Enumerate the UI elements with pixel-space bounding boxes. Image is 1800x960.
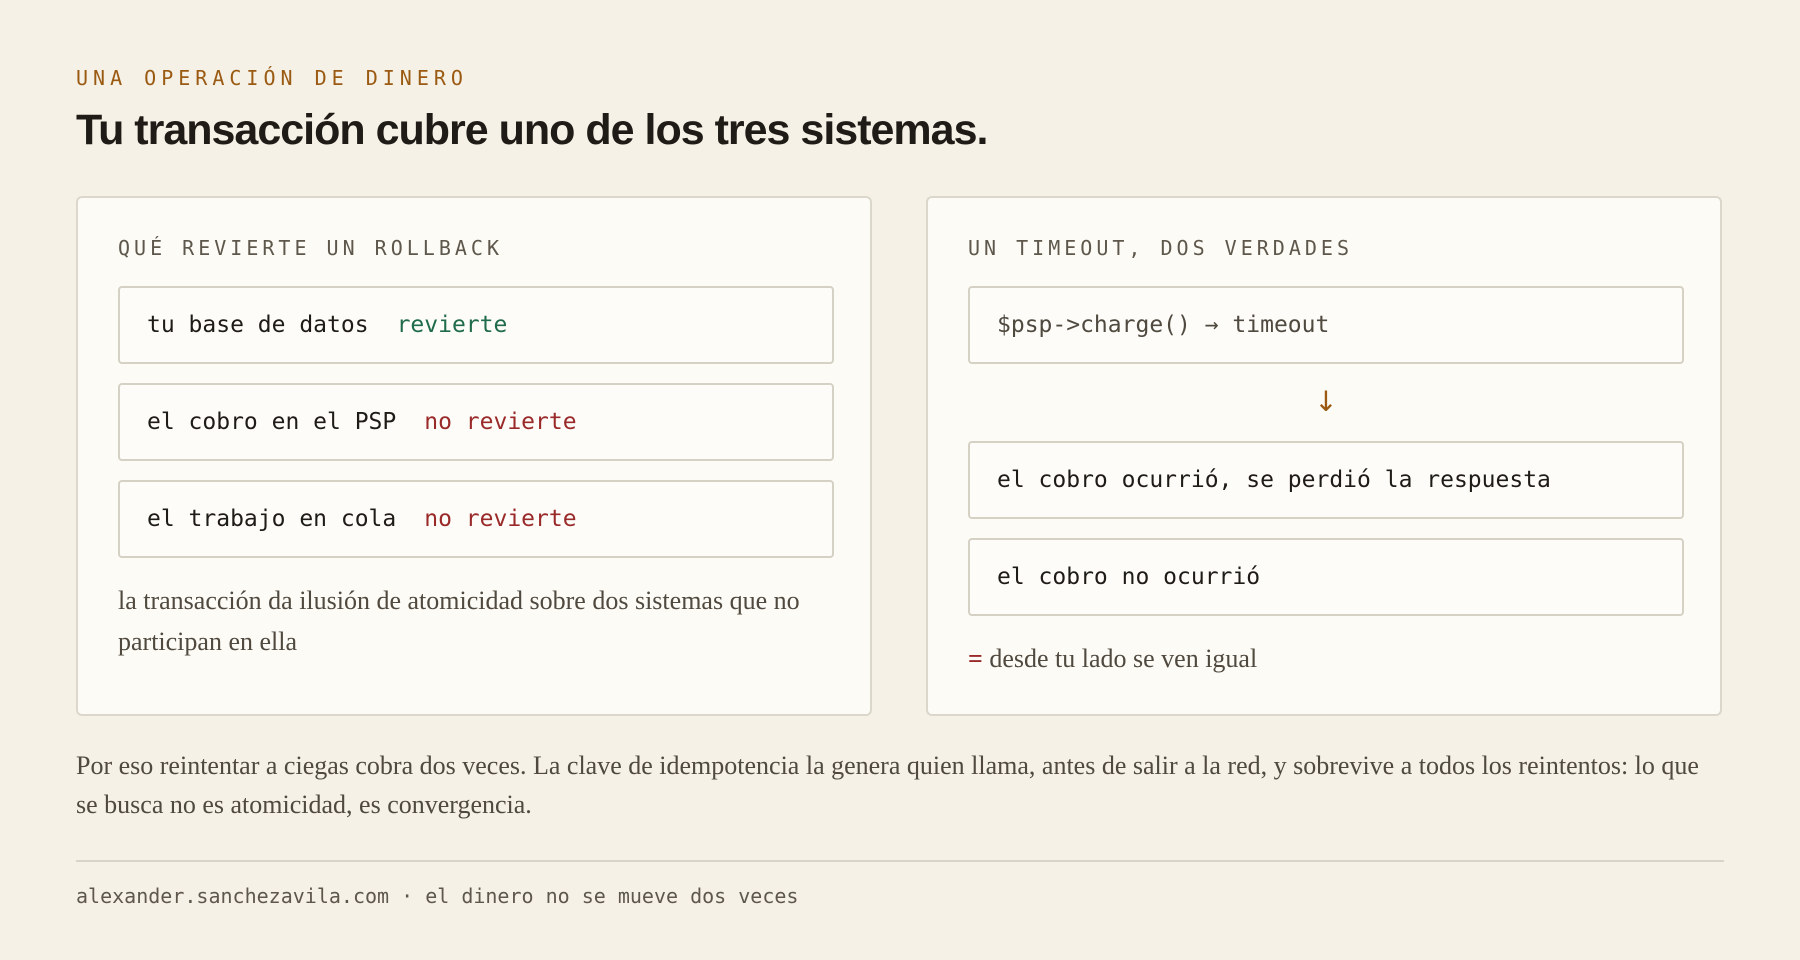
timeout-call-box: $psp->charge() → timeout [968, 286, 1684, 364]
row-status: revierte [396, 312, 508, 338]
footer-divider [76, 860, 1724, 862]
page: UNA OPERACIÓN DE DINERO Tu transacción c… [76, 66, 1724, 908]
rollback-note: la transacción da ilusión de atomicidad … [118, 586, 800, 656]
page-title: Tu transacción cubre uno de los tres sis… [76, 106, 988, 154]
row-label: tu base de datos [147, 312, 369, 338]
timeout-note-text: desde tu lado se ven igual [982, 644, 1258, 673]
rollback-row-psp: el cobro en el PSP no revierte [118, 383, 834, 461]
row-label: el trabajo en cola [147, 506, 397, 532]
rollback-card-heading: QUÉ REVIERTE UN ROLLBACK [118, 236, 503, 260]
call-text: $psp->charge() → timeout [997, 312, 1330, 338]
row-label: el cobro en el PSP [147, 409, 397, 435]
rollback-card: QUÉ REVIERTE UN ROLLBACK tu base de dato… [76, 196, 872, 716]
cards-row: QUÉ REVIERTE UN ROLLBACK tu base de dato… [76, 196, 1724, 718]
rollback-row-queue: el trabajo en cola no revierte [118, 480, 834, 558]
arrow-down-icon: ↓ [1314, 385, 1338, 418]
outcome-text: el cobro no ocurrió [997, 564, 1261, 590]
timeout-outcome-no-charge: el cobro no ocurrió [968, 538, 1684, 616]
timeout-outcome-lost-response: el cobro ocurrió, se perdió la respuesta [968, 441, 1684, 519]
outcome-text: el cobro ocurrió, se perdió la respuesta [997, 467, 1551, 493]
timeout-note: = desde tu lado se ven igual [968, 638, 1688, 679]
footer-text: alexander.sanchezavila.com · el dinero n… [76, 884, 799, 908]
timeout-card: UN TIMEOUT, DOS VERDADES $psp->charge() … [926, 196, 1722, 716]
eyebrow: UNA OPERACIÓN DE DINERO [76, 66, 468, 90]
timeout-card-heading: UN TIMEOUT, DOS VERDADES [968, 236, 1353, 260]
row-status: no revierte [424, 409, 577, 435]
row-status: no revierte [424, 506, 577, 532]
body-paragraph: Por eso reintentar a ciegas cobra dos ve… [76, 751, 1699, 819]
rollback-row-database: tu base de datos revierte [118, 286, 834, 364]
equals-symbol: = [968, 644, 983, 673]
